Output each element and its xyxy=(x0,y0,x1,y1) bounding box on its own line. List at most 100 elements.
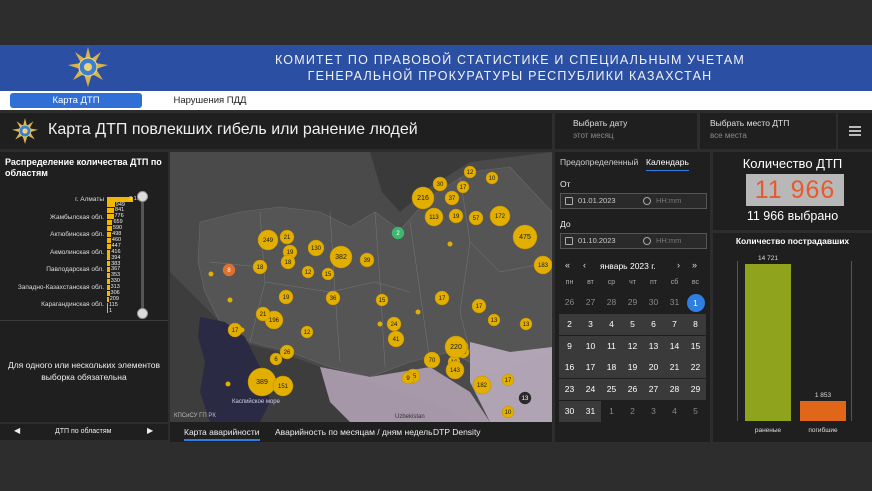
calendar-day[interactable]: 2 xyxy=(559,313,580,335)
map-cluster[interactable]: 8 xyxy=(222,263,236,277)
map-cluster[interactable]: 57 xyxy=(468,210,484,226)
map-cluster[interactable]: 6 xyxy=(269,352,283,366)
calendar-day[interactable]: 17 xyxy=(580,357,601,379)
map-cluster[interactable]: 13 xyxy=(487,313,501,327)
map-cluster[interactable]: 10 xyxy=(501,405,515,419)
calendar-day[interactable]: 5 xyxy=(685,401,706,422)
calendar-day[interactable]: 9 xyxy=(559,335,580,357)
next-arrow-icon[interactable]: ▶ xyxy=(147,426,153,435)
region-bar[interactable] xyxy=(107,208,115,214)
region-label[interactable]: Жамбылская обл. xyxy=(0,214,104,232)
calendar-day[interactable]: 11 xyxy=(601,335,622,357)
menu-icon[interactable] xyxy=(838,113,872,149)
region-label[interactable]: Акмолинская обл. xyxy=(0,249,104,267)
map-cluster[interactable]: 216 xyxy=(411,186,435,210)
calendar-day[interactable]: 15 xyxy=(685,335,706,357)
next-year-icon[interactable]: » xyxy=(692,260,697,270)
region-bar[interactable] xyxy=(107,249,111,255)
map-cluster[interactable]: 12 xyxy=(300,325,314,339)
map-cluster[interactable]: 182 xyxy=(472,375,492,395)
map-cluster[interactable]: 18 xyxy=(280,254,296,270)
region-label[interactable]: Западно-Казахстанская обл. xyxy=(0,284,104,302)
calendar-day[interactable]: 26 xyxy=(559,292,580,313)
calendar-day[interactable]: 31 xyxy=(664,292,685,313)
map-cluster[interactable]: 10 xyxy=(485,171,499,185)
region-bar[interactable] xyxy=(107,255,111,261)
map-cluster[interactable]: 15 xyxy=(375,293,389,307)
map-tab-density[interactable]: DTP Density xyxy=(433,425,481,441)
calendar-day[interactable]: 30 xyxy=(643,292,664,313)
map-cluster[interactable]: 9 xyxy=(401,371,415,385)
map-cluster[interactable]: 17 xyxy=(456,180,470,194)
map-cluster[interactable]: 113 xyxy=(424,207,444,227)
calendar-day[interactable]: 3 xyxy=(643,401,664,422)
map-cluster[interactable]: 70 xyxy=(423,351,441,369)
map-cluster[interactable]: 12 xyxy=(463,165,477,179)
map-point[interactable] xyxy=(208,271,214,277)
calendar-day[interactable]: 19 xyxy=(622,357,643,379)
calendar-day[interactable]: 2 xyxy=(622,401,643,422)
map-cluster[interactable]: 151 xyxy=(272,375,294,397)
region-label[interactable]: Актюбинская обл. xyxy=(0,231,104,249)
calendar-day[interactable]: 26 xyxy=(622,379,643,401)
tab-calendar[interactable]: Календарь xyxy=(646,157,689,171)
region-bar[interactable] xyxy=(107,237,111,243)
calendar-day[interactable]: 31 xyxy=(580,401,601,422)
map-cluster[interactable]: 19 xyxy=(448,208,464,224)
calendar-day[interactable]: 7 xyxy=(664,313,685,335)
map-cluster[interactable]: 18 xyxy=(252,259,268,275)
map-cluster[interactable]: 249 xyxy=(257,229,279,251)
map-cluster[interactable]: 41 xyxy=(387,330,405,348)
calendar-day[interactable]: 6 xyxy=(643,313,664,335)
calendar-day-selected[interactable]: 1 xyxy=(685,292,706,313)
calendar-day[interactable]: 16 xyxy=(559,357,580,379)
calendar-day[interactable]: 10 xyxy=(580,335,601,357)
map-cluster[interactable]: 36 xyxy=(325,290,341,306)
map-point[interactable] xyxy=(447,241,453,247)
map-point[interactable] xyxy=(377,321,383,327)
map-cluster[interactable]: 17 xyxy=(501,373,515,387)
map-cluster[interactable]: 30 xyxy=(432,176,448,192)
calendar-day[interactable]: 22 xyxy=(685,357,706,379)
calendar-day[interactable]: 21 xyxy=(664,357,685,379)
prev-year-icon[interactable]: « xyxy=(565,260,570,270)
to-date-field[interactable]: 01.10.2023 HH:mm xyxy=(560,233,707,249)
map-cluster[interactable]: 21 xyxy=(279,229,295,245)
accident-map[interactable]: 249 21 19 130 18 18 12 382 39 15 216 30 37 17 113 19 57 1… xyxy=(170,152,552,422)
victims-bar-killed[interactable] xyxy=(800,401,846,421)
map-canvas[interactable]: 249 2119130181812382 3915216303717113 19 57 1… xyxy=(170,152,552,422)
map-cluster[interactable]: 143 xyxy=(445,360,465,380)
region-bar[interactable] xyxy=(107,302,108,308)
map-point[interactable] xyxy=(227,297,233,303)
next-month-icon[interactable]: › xyxy=(677,260,680,270)
calendar-day[interactable]: 18 xyxy=(601,357,622,379)
calendar-day[interactable]: 27 xyxy=(643,379,664,401)
calendar-day[interactable]: 5 xyxy=(622,313,643,335)
region-scrollbar[interactable] xyxy=(141,196,144,314)
region-bar[interactable] xyxy=(107,243,111,249)
region-label[interactable]: Павлодарская обл. xyxy=(0,266,104,284)
place-filter[interactable]: Выбрать место ДТП все места xyxy=(700,113,836,149)
calendar-day[interactable]: 20 xyxy=(643,357,664,379)
region-label[interactable]: г. Алматы xyxy=(0,196,104,214)
map-point[interactable] xyxy=(225,381,231,387)
map-cluster[interactable]: 17 xyxy=(434,290,450,306)
calendar-day[interactable]: 3 xyxy=(580,313,601,335)
map-cluster[interactable]: 37 xyxy=(444,190,460,206)
region-bar[interactable] xyxy=(107,308,108,314)
calendar-day[interactable]: 1 xyxy=(601,401,622,422)
from-date-field[interactable]: 01.01.2023 HH:mm xyxy=(560,193,707,209)
map-cluster[interactable]: 13 xyxy=(519,317,533,331)
victims-bar-injured[interactable] xyxy=(745,263,791,421)
calendar-day[interactable]: 29 xyxy=(685,379,706,401)
calendar-day[interactable]: 14 xyxy=(664,335,685,357)
calendar-day[interactable]: 25 xyxy=(601,379,622,401)
region-bar[interactable] xyxy=(107,261,111,267)
map-cluster[interactable]: 130 xyxy=(307,239,325,257)
date-filter[interactable]: Выбрать дату этот месяц xyxy=(555,113,697,149)
map-cluster[interactable]: 183 xyxy=(533,255,552,275)
map-cluster[interactable]: 24 xyxy=(386,316,402,332)
prev-arrow-icon[interactable]: ◀ xyxy=(14,426,20,435)
tab-predefined[interactable]: Предопределенный xyxy=(560,157,638,167)
calendar-day[interactable]: 4 xyxy=(601,313,622,335)
